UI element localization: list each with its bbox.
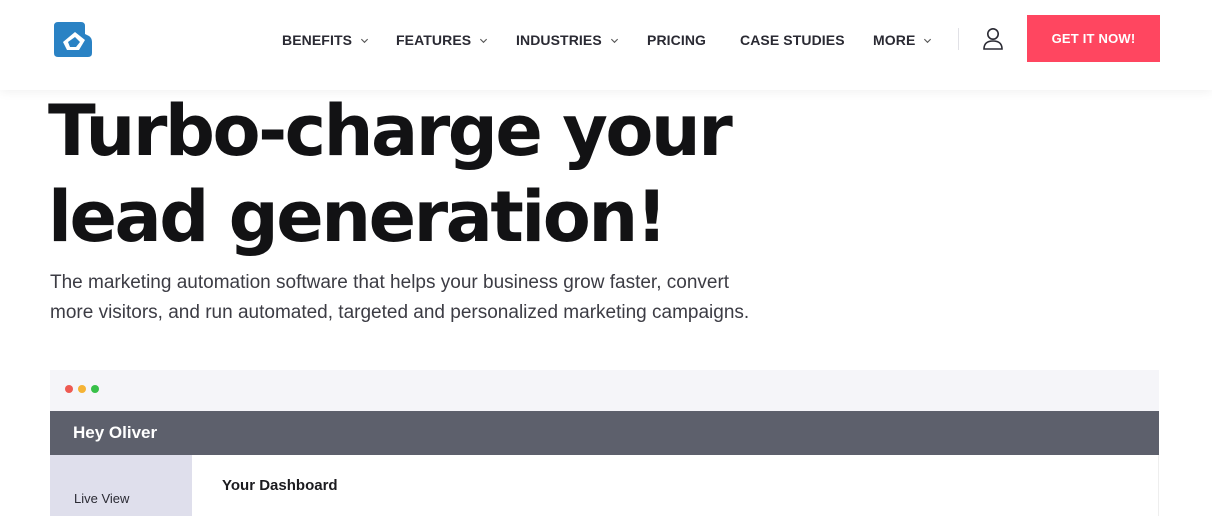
nav-divider [958,28,959,50]
chevron-down-icon [360,38,369,43]
nav-industries[interactable]: INDUSTRIES [516,31,619,49]
dashboard-greeting: Hey Oliver [50,411,1159,455]
nav-case-studies[interactable]: CASE STUDIES [740,31,845,49]
hero-title-line-2: lead generation! [48,176,668,258]
nav-benefits[interactable]: BENEFITS [282,31,369,49]
site-header: BENEFITS FEATURES INDUSTRIES PRICING CAS… [0,0,1212,90]
get-it-now-button[interactable]: GET IT NOW! [1027,15,1160,62]
nav-more[interactable]: MORE [873,31,932,49]
user-icon[interactable] [982,27,1004,51]
logo-icon[interactable] [51,20,93,60]
minimize-dot-icon [78,385,86,393]
dashboard-mockup: Hey Oliver Live View Your Dashboard [50,370,1159,516]
maximize-dot-icon [91,385,99,393]
dashboard-title: Your Dashboard [222,477,338,494]
chevron-down-icon [924,38,932,43]
chevron-down-icon [610,38,618,43]
close-dot-icon [65,385,73,393]
dashboard-main: Your Dashboard [192,455,1159,516]
nav-features[interactable]: FEATURES [396,31,488,49]
hero-subtitle: The marketing automation software that h… [50,268,810,328]
chevron-down-icon [480,38,488,43]
nav-pricing[interactable]: PRICING [647,31,706,49]
sidebar-item-live-view[interactable]: Live View [74,491,129,506]
hero-title-line-1: Turbo-charge your [48,90,733,172]
hero-subtitle-line-1: The marketing automation software that h… [50,272,730,293]
hero-title: Turbo-charge your lead generation! [48,88,808,260]
window-titlebar [50,370,1159,411]
hero-subtitle-line-2: more visitors, and run automated, target… [50,302,750,323]
dashboard-sidebar: Live View [50,455,192,516]
